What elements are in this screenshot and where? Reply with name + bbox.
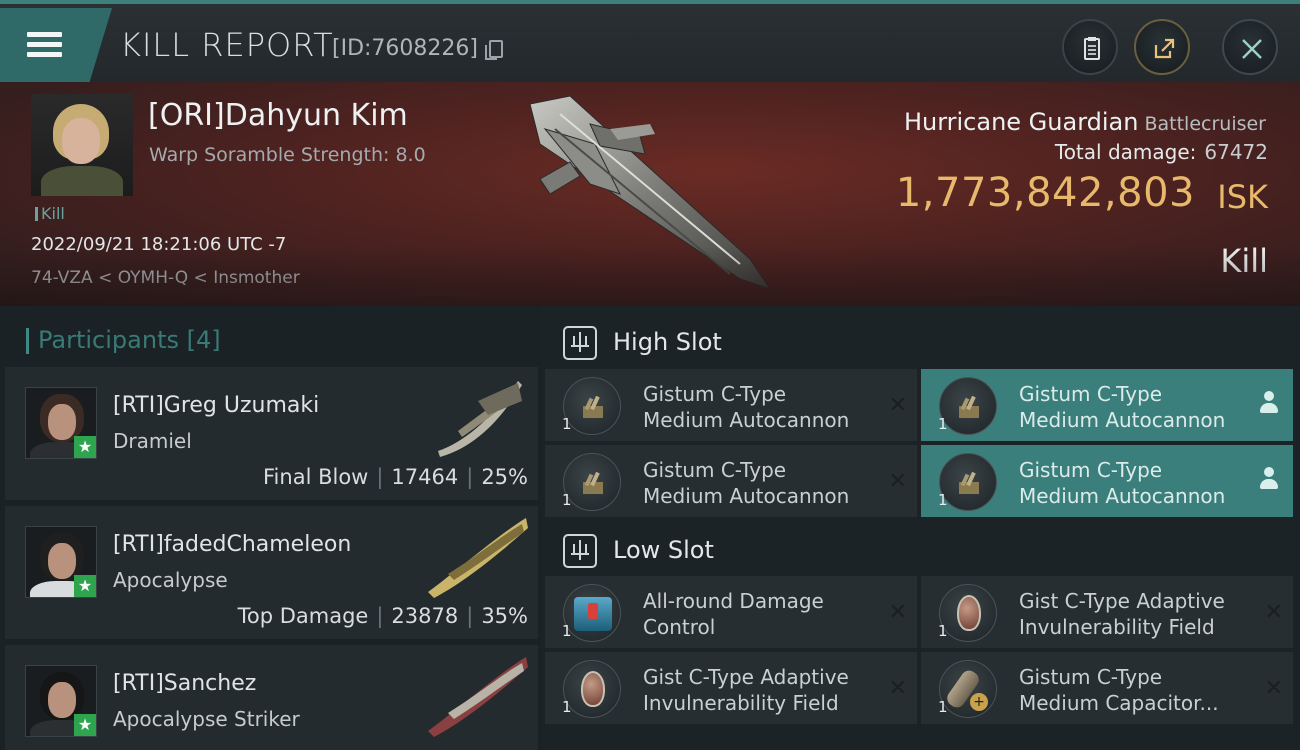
- low-slot-header[interactable]: Low Slot: [541, 520, 1300, 580]
- high-slot-header[interactable]: High Slot: [541, 312, 1300, 372]
- victim-portrait[interactable]: [31, 94, 133, 196]
- kill-tag: Kill: [35, 204, 65, 223]
- remove-icon[interactable]: ✕: [889, 676, 907, 701]
- participant-stats: Final Blow | 17464 | 25%: [263, 465, 528, 489]
- autocannon-icon: [939, 453, 997, 511]
- kill-location[interactable]: 74-VZA < OYMH-Q < Insmother: [31, 268, 300, 288]
- module-item[interactable]: 1 Gistum C-Type Medium Autocannon ✕: [545, 445, 917, 517]
- autocannon-icon: [563, 377, 621, 435]
- isk-unit: ISK: [1217, 178, 1268, 216]
- module-item[interactable]: 1 Gistum C-Type Medium Autocannon: [921, 445, 1293, 517]
- remove-icon[interactable]: ✕: [889, 393, 907, 418]
- shield-icon: [939, 584, 997, 642]
- remove-icon[interactable]: ✕: [1265, 676, 1283, 701]
- module-item[interactable]: 1 Gistum C-Type Medium Autocannon ✕: [545, 369, 917, 441]
- participants-panel: Participants [4] ★ [RTI]Greg Uzumaki Dra…: [0, 306, 541, 750]
- victim-ship-image: [529, 95, 772, 290]
- clipboard-icon: [1084, 37, 1100, 60]
- close-icon: [1242, 39, 1262, 59]
- slot-icon: [563, 534, 597, 568]
- avatar[interactable]: ★: [25, 665, 97, 737]
- victim-ship-name[interactable]: Hurricane Guardian Battlecruiser: [904, 108, 1266, 136]
- participants-title: Participants [4]: [26, 326, 221, 354]
- participant-ship: Apocalypse Striker: [113, 707, 300, 731]
- module-item[interactable]: 1 All-round Damage Control ✕: [545, 576, 917, 648]
- autocannon-icon: [939, 377, 997, 435]
- hamburger-icon: [27, 32, 62, 37]
- avatar[interactable]: ★: [25, 387, 97, 459]
- module-name: Gistum C-Type Medium Autocannon: [1019, 458, 1226, 508]
- capacitor-icon: +: [939, 660, 997, 718]
- damage-control-icon: [563, 584, 621, 642]
- module-name: Gistum C-Type Medium Autocannon: [1019, 382, 1226, 432]
- participant-ship-image: [428, 518, 528, 598]
- share-button[interactable]: [1134, 19, 1190, 75]
- copy-icon[interactable]: [485, 40, 503, 60]
- star-icon: ★: [74, 436, 96, 458]
- remove-icon[interactable]: ✕: [889, 469, 907, 494]
- module-name: Gistum C-Type Medium Autocannon: [643, 458, 850, 508]
- fitting-panel: High Slot 1 Gistum C-Type Medium Autocann…: [541, 306, 1300, 750]
- isk-value: 1,773,842,803: [895, 170, 1195, 216]
- avatar[interactable]: ★: [25, 526, 97, 598]
- star-icon: ★: [74, 575, 96, 597]
- participant-name: [RTI]fadedChameleon: [113, 532, 352, 557]
- participant-row[interactable]: ★ [RTI]fadedChameleon Apocalypse Top Dam…: [5, 506, 538, 639]
- warp-strength: Warp Soramble Strength: 8.0: [149, 144, 426, 166]
- kill-report-window: KILL REPORT [ID:7608226] [ORI]Dahyun Kim…: [0, 0, 1300, 750]
- module-item[interactable]: 1 Gist C-Type Adaptive Invulnerability Fi…: [545, 652, 917, 724]
- module-name: Gist C-Type Adaptive Invulnerability Fiel…: [643, 665, 849, 715]
- remove-icon[interactable]: ✕: [889, 600, 907, 625]
- module-name: All-round Damage Control: [643, 589, 824, 639]
- low-slot-title: Low Slot: [613, 536, 714, 564]
- person-icon: [1259, 391, 1279, 415]
- module-item[interactable]: 1 Gistum C-Type Medium Autocannon: [921, 369, 1293, 441]
- victim-name[interactable]: [ORI]Dahyun Kim: [148, 98, 408, 133]
- slot-icon: [563, 326, 597, 360]
- participant-ship-image: [438, 381, 522, 457]
- module-name: Gistum C-Type Medium Autocannon: [643, 382, 850, 432]
- participant-ship: Apocalypse: [113, 568, 228, 592]
- autocannon-icon: [563, 453, 621, 511]
- participant-row[interactable]: ★ [RTI]Greg Uzumaki Dramiel Final Blow | 1…: [5, 367, 538, 500]
- high-slot-title: High Slot: [613, 328, 722, 356]
- participant-stats: Top Damage | 23878 | 35%: [237, 604, 528, 628]
- shield-icon: [563, 660, 621, 718]
- remove-icon[interactable]: ✕: [1265, 600, 1283, 625]
- page-title: KILL REPORT: [120, 26, 334, 64]
- kill-result-label: Kill: [1220, 242, 1268, 280]
- participant-row[interactable]: ★ [RTI]Sanchez Apocalypse Striker: [5, 645, 538, 750]
- participant-ship-image: [428, 657, 528, 737]
- person-icon: [1259, 467, 1279, 491]
- clipboard-button[interactable]: [1062, 19, 1118, 75]
- participant-name: [RTI]Greg Uzumaki: [113, 393, 320, 418]
- total-damage: Total damage: 67472: [1054, 140, 1268, 164]
- share-icon: [1154, 38, 1175, 59]
- star-icon: ★: [74, 714, 96, 736]
- module-item[interactable]: 1 Gist C-Type Adaptive Invulnerability Fi…: [921, 576, 1293, 648]
- kill-id: [ID:7608226]: [332, 36, 478, 61]
- victim-banner: [ORI]Dahyun Kim Warp Soramble Strength: …: [0, 82, 1300, 306]
- participant-name: [RTI]Sanchez: [113, 671, 257, 696]
- close-button[interactable]: [1222, 19, 1278, 75]
- participant-ship: Dramiel: [113, 429, 192, 453]
- module-name: Gist C-Type Adaptive Invulnerability Fiel…: [1019, 589, 1225, 639]
- header-bar: KILL REPORT [ID:7608226]: [0, 0, 1300, 82]
- kill-datetime: 2022/09/21 18:21:06 UTC -7: [31, 234, 287, 255]
- module-item[interactable]: + 1 Gistum C-Type Medium Capacitor... ✕: [921, 652, 1293, 724]
- menu-button[interactable]: [0, 8, 112, 82]
- module-name: Gistum C-Type Medium Capacitor...: [1019, 665, 1219, 715]
